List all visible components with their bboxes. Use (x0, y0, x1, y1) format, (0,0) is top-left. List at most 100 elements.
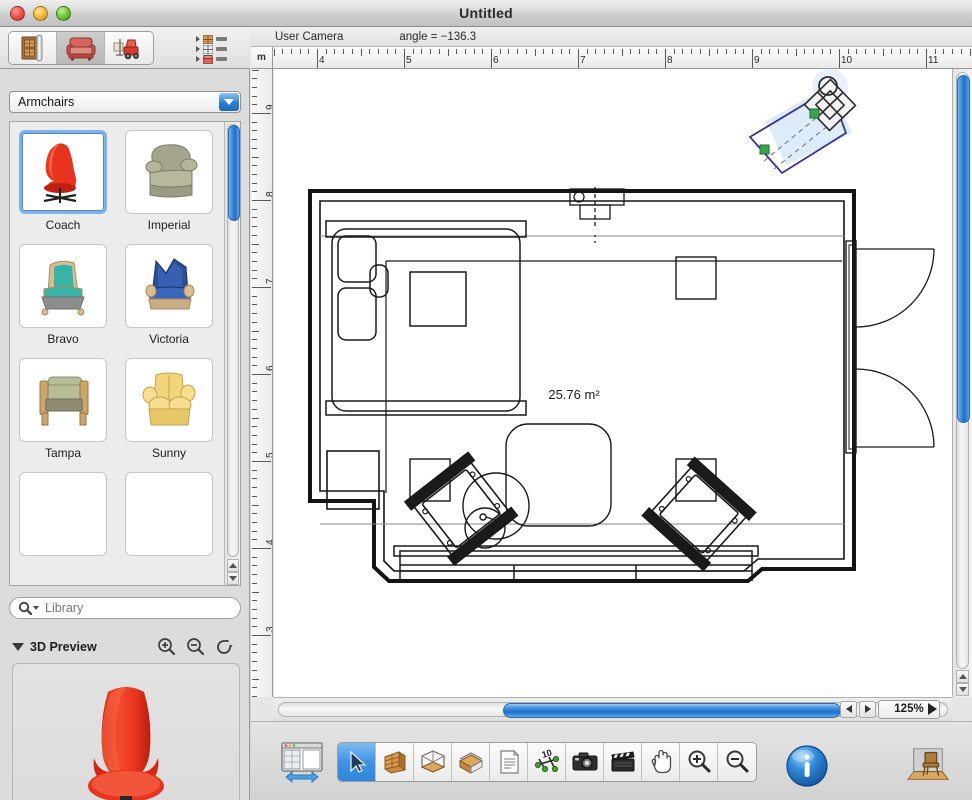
list-mode-row[interactable] (196, 44, 240, 54)
scrollbar-arrows[interactable] (956, 670, 969, 696)
scroll-down-button[interactable] (227, 572, 239, 585)
ruler-unit-label: m (251, 47, 273, 69)
scrollbar-thumb[interactable] (957, 75, 970, 423)
furniture-3d-button[interactable] (906, 742, 950, 786)
scroll-down-button[interactable] (956, 683, 969, 696)
zoom-out-icon[interactable] (186, 637, 205, 661)
furniture-grid: Coach Imperial Bravo Victoria Tampa Sunn… (10, 122, 225, 556)
floor-plan-drawing: 25.76 m² (308, 69, 935, 583)
select-tool[interactable] (338, 743, 376, 781)
search-icon[interactable] (18, 601, 39, 615)
ruler-minor-tick (334, 49, 336, 54)
catalog-sidebar: Armchairs Coach Imperial Bravo Victoria … (0, 69, 250, 800)
preview-3d-viewport[interactable] (12, 663, 240, 800)
triangle-down-icon[interactable] (12, 643, 24, 651)
split-view-button[interactable] (279, 740, 325, 784)
ruler-label: 10 (841, 55, 853, 66)
zoom-out-tool[interactable] (718, 743, 756, 781)
zoom-menu-icon[interactable] (928, 703, 937, 715)
info-circle-icon (786, 745, 828, 787)
ruler-minor-tick (252, 330, 259, 332)
scroll-up-button[interactable] (956, 670, 969, 683)
scrollbar-thumb[interactable] (228, 125, 240, 221)
magnifier-minus-icon (726, 750, 749, 773)
ruler-minor-tick (252, 600, 257, 602)
application-window: Untitled Armchairs Coach Imperial Bravo … (0, 0, 972, 800)
plan-vertical-scrollbar[interactable] (952, 69, 972, 697)
catalog-item-partial-right[interactable] (125, 472, 213, 556)
ruler-minor-tick (525, 49, 527, 54)
zoom-next-button[interactable] (859, 700, 876, 718)
catalog-item-coach[interactable]: Coach (19, 130, 107, 232)
ruler-minor-tick (325, 49, 327, 54)
ruler-minor-tick (290, 49, 292, 54)
room-area-label: 25.76 m² (548, 387, 600, 402)
ruler-major-tick (252, 200, 271, 201)
list-mode-row[interactable] (196, 54, 240, 64)
ruler-minor-tick (873, 49, 875, 54)
catalog-item-tampa[interactable]: Tampa (19, 358, 107, 460)
ruler-minor-tick (795, 49, 797, 56)
create-room-tool[interactable] (414, 743, 452, 781)
photo-tool[interactable] (566, 743, 604, 781)
ruler-minor-tick (252, 452, 257, 454)
ruler-major-tick (252, 548, 271, 549)
segment-living-room-furniture[interactable] (57, 32, 105, 64)
floor-plan-canvas[interactable]: 25.76 m² (274, 69, 952, 697)
catalog-item-sunny[interactable]: Sunny (125, 358, 213, 460)
library-search[interactable] (9, 597, 241, 619)
zoom-in-tool[interactable] (680, 743, 718, 781)
create-dimension-tool[interactable]: 10 (528, 743, 566, 781)
ruler-minor-tick (369, 49, 371, 54)
catalog-item-imperial[interactable]: Imperial (125, 130, 213, 232)
furniture-catalog[interactable]: Coach Imperial Bravo Victoria Tampa Sunn… (9, 121, 241, 586)
scroll-up-button[interactable] (227, 559, 239, 572)
scrollbar-arrows[interactable] (227, 559, 239, 585)
ruler-minor-tick (252, 139, 257, 141)
create-walls-tool[interactable] (376, 743, 414, 781)
scrollbar-thumb[interactable] (503, 703, 841, 718)
horizontal-ruler[interactable]: 4 5 6 7 8 9 10 11 (251, 47, 972, 69)
info-button[interactable] (785, 744, 829, 788)
ruler-minor-tick (386, 49, 388, 54)
vertical-ruler[interactable]: 9 8 7 6 5 4 3 (251, 69, 273, 697)
ruler-minor-tick (252, 313, 257, 315)
armchair-right (641, 456, 757, 572)
triangle-right-icon (196, 46, 200, 52)
ruler-minor-tick (760, 49, 762, 54)
ruler-major-tick (491, 49, 492, 68)
search-input[interactable] (45, 601, 225, 615)
add-text-tool[interactable] (490, 743, 528, 781)
video-tool[interactable] (604, 743, 642, 781)
catalog-item-bravo[interactable]: Bravo (19, 244, 107, 346)
rotate-icon[interactable] (215, 637, 234, 661)
create-polyline-tool[interactable] (452, 743, 490, 781)
scrollbar-track[interactable] (956, 72, 970, 669)
segment-miscellaneous[interactable] (105, 32, 153, 64)
ruler-minor-tick (734, 49, 736, 54)
scrollbar-track[interactable] (227, 124, 240, 557)
ruler-label: 3 (265, 626, 272, 632)
zoom-in-icon[interactable] (157, 637, 176, 661)
ruler-major-tick (252, 635, 271, 636)
ruler-minor-tick (778, 49, 780, 54)
list-mode-row[interactable] (196, 34, 240, 44)
zoom-prev-button[interactable] (840, 700, 857, 718)
category-select[interactable]: Armchairs (9, 91, 241, 113)
chevron-down-icon[interactable] (219, 93, 239, 111)
catalog-thumb (19, 358, 107, 442)
ruler-minor-tick (499, 49, 501, 54)
chevron-down-icon[interactable] (33, 606, 39, 610)
ruler-minor-tick (647, 49, 649, 54)
svg-text:10: 10 (540, 749, 553, 760)
ruler-minor-tick (252, 678, 259, 680)
double-door (845, 240, 935, 454)
ruler-minor-tick (252, 382, 257, 384)
catalog-item-partial-left[interactable] (19, 472, 107, 556)
left-arrow-icon (845, 705, 852, 713)
catalog-list-mode[interactable] (196, 34, 240, 64)
catalog-item-victoria[interactable]: Victoria (125, 244, 213, 346)
segment-doors-and-windows[interactable] (9, 32, 57, 64)
pan-tool[interactable] (642, 743, 680, 781)
catalog-scrollbar[interactable] (224, 122, 240, 585)
